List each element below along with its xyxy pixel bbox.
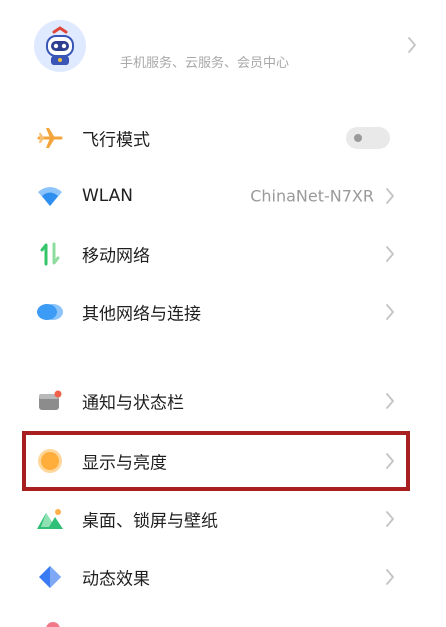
notifications-label: 通知与状态栏: [82, 393, 184, 414]
chevron-right-icon: [408, 37, 416, 53]
wlan-network-name: ChinaNet-N7XR: [250, 186, 374, 206]
airplane-icon: [36, 124, 64, 152]
motion-effects-row[interactable]: 动态效果: [22, 548, 426, 606]
robot-avatar-icon: [34, 20, 86, 72]
chevron-right-icon: [386, 569, 394, 585]
wlan-row[interactable]: WLAN ChinaNet-N7XR: [22, 167, 426, 225]
mobile-network-row[interactable]: 移动网络: [22, 225, 426, 283]
account-card[interactable]: 手机服务、云服务、会员中心: [22, 6, 426, 88]
mobile-network-label: 移动网络: [82, 246, 150, 267]
notification-icon: [36, 387, 64, 415]
wlan-label: WLAN: [82, 186, 134, 206]
chevron-right-icon: [386, 304, 394, 320]
chevron-right-icon: [386, 393, 394, 409]
other-networks-label: 其他网络与连接: [82, 304, 201, 325]
network-section: 飞行模式 WLAN ChinaNet-N7XR 移动网络 其他网络与连接: [22, 109, 426, 341]
account-subtitle: 手机服务、云服务、会员中心: [120, 56, 290, 71]
notifications-row[interactable]: 通知与状态栏: [22, 372, 426, 430]
brightness-icon: [36, 447, 64, 475]
toggle-knob: [354, 134, 362, 142]
airplane-mode-toggle[interactable]: [346, 127, 390, 149]
display-brightness-label: 显示与亮度: [82, 453, 167, 474]
chevron-right-icon: [386, 188, 394, 204]
mobile-data-icon: [36, 240, 64, 268]
airplane-mode-row[interactable]: 飞行模式: [22, 109, 426, 167]
wifi-icon: [36, 182, 64, 210]
motion-effect-icon: [36, 563, 64, 591]
wallpaper-icon: [36, 505, 64, 533]
airplane-mode-label: 飞行模式: [82, 130, 150, 151]
system-section: 通知与状态栏 显示与亮度 桌面、锁屏与壁纸 动态效果: [22, 372, 426, 627]
settings-page: 手机服务、云服务、会员中心 飞行模式 WLAN ChinaNet-N7XR 移动…: [0, 0, 446, 627]
desktop-wallpaper-label: 桌面、锁屏与壁纸: [82, 511, 218, 532]
chevron-right-icon: [386, 246, 394, 262]
chevron-right-icon: [386, 511, 394, 527]
display-brightness-row[interactable]: 显示与亮度: [22, 432, 426, 490]
desktop-wallpaper-row[interactable]: 桌面、锁屏与壁纸: [22, 490, 426, 548]
motion-effects-label: 动态效果: [82, 569, 150, 590]
chevron-right-icon: [386, 453, 394, 469]
cloud-link-icon: [36, 298, 64, 326]
other-networks-row[interactable]: 其他网络与连接: [22, 283, 426, 341]
